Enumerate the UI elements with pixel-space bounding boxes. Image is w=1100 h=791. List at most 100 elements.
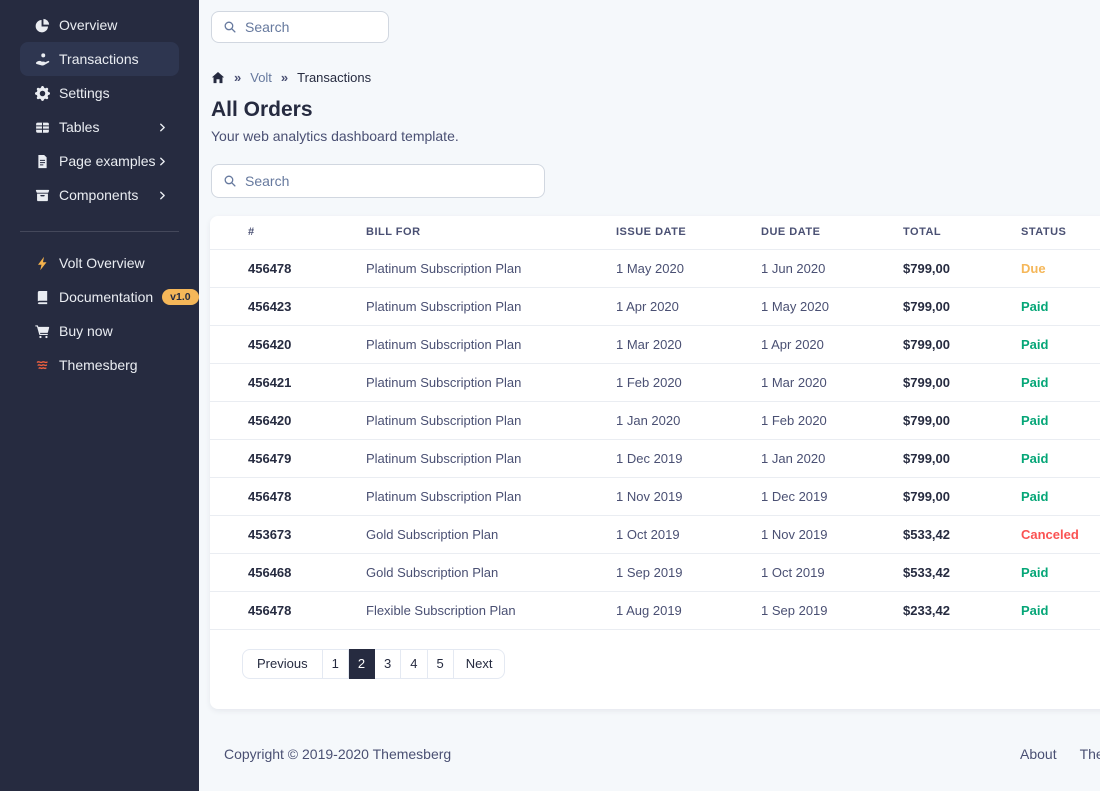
- order-id-cell: 456421: [210, 363, 350, 401]
- search-icon: [223, 174, 237, 188]
- chevron-right-icon: [157, 190, 168, 201]
- bill-for-cell: Platinum Subscription Plan: [350, 439, 600, 477]
- due-date-cell: 1 Apr 2020: [745, 325, 887, 363]
- breadcrumb-link-volt[interactable]: Volt: [250, 71, 272, 85]
- shopping-cart-icon: [35, 324, 50, 339]
- due-date-cell: 1 Jan 2020: [745, 439, 887, 477]
- home-icon[interactable]: [211, 71, 225, 85]
- status-cell: Paid: [1005, 287, 1100, 325]
- status-badge: Paid: [1021, 337, 1048, 352]
- table-icon: [35, 120, 50, 135]
- sidebar-item-label: Documentation: [59, 289, 153, 305]
- footer-copyright: Copyright © 2019-2020 Themesberg: [224, 746, 451, 762]
- table-row: 456423Platinum Subscription Plan1 Apr 20…: [210, 287, 1100, 325]
- sidebar-item-buy-now[interactable]: Buy now: [20, 314, 179, 348]
- sidebar-item-page-examples[interactable]: Page examples: [20, 144, 179, 178]
- footer: Copyright © 2019-2020 Themesberg About Th…: [224, 746, 1100, 766]
- issue-date-cell: 1 May 2020: [600, 249, 745, 287]
- issue-date-cell: 1 Dec 2019: [600, 439, 745, 477]
- total-cell: $799,00: [887, 287, 1005, 325]
- sidebar-item-tables[interactable]: Tables: [20, 110, 179, 144]
- topbar-search-input[interactable]: [245, 19, 377, 35]
- sidebar-item-settings[interactable]: Settings: [20, 76, 179, 110]
- order-id-cell: 456479: [210, 439, 350, 477]
- due-date-cell: 1 Jun 2020: [745, 249, 887, 287]
- gear-icon: [35, 86, 50, 101]
- sidebar-item-volt-overview[interactable]: Volt Overview: [20, 246, 179, 280]
- order-id-cell: 456478: [210, 591, 350, 629]
- total-cell: $799,00: [887, 401, 1005, 439]
- sidebar-item-transactions[interactable]: Transactions: [20, 42, 179, 76]
- pagination-next[interactable]: Next: [454, 649, 506, 679]
- status-badge: Paid: [1021, 565, 1048, 580]
- sidebar-item-label: Page examples: [59, 153, 156, 169]
- pagination: Previous12345Next: [242, 649, 505, 679]
- column-header-due-date: DUE DATE: [745, 216, 887, 249]
- due-date-cell: 1 Feb 2020: [745, 401, 887, 439]
- bill-for-cell: Flexible Subscription Plan: [350, 591, 600, 629]
- sidebar: Overview Transactions Settings Tables Page e…: [0, 0, 199, 791]
- order-id-cell: 456420: [210, 325, 350, 363]
- table-row: 456421Platinum Subscription Plan1 Feb 20…: [210, 363, 1100, 401]
- sidebar-primary-nav: Overview Transactions Settings Tables Page e…: [0, 8, 199, 212]
- issue-date-cell: 1 Nov 2019: [600, 477, 745, 515]
- table-row: 456478Flexible Subscription Plan1 Aug 20…: [210, 591, 1100, 629]
- due-date-cell: 1 Oct 2019: [745, 553, 887, 591]
- column-header-issue-date: ISSUE DATE: [600, 216, 745, 249]
- sidebar-item-documentation[interactable]: Documentationv1.0: [20, 280, 179, 314]
- total-cell: $233,42: [887, 591, 1005, 629]
- sidebar-item-overview[interactable]: Overview: [20, 8, 179, 42]
- bill-for-cell: Platinum Subscription Plan: [350, 287, 600, 325]
- issue-date-cell: 1 Sep 2019: [600, 553, 745, 591]
- version-badge: v1.0: [162, 289, 198, 306]
- issue-date-cell: 1 Mar 2020: [600, 325, 745, 363]
- issue-date-cell: 1 Aug 2019: [600, 591, 745, 629]
- total-cell: $799,00: [887, 363, 1005, 401]
- pagination-previous[interactable]: Previous: [242, 649, 323, 679]
- pagination-page-2[interactable]: 2: [349, 649, 375, 679]
- status-badge: Paid: [1021, 375, 1048, 390]
- total-cell: $533,42: [887, 515, 1005, 553]
- bill-for-cell: Platinum Subscription Plan: [350, 477, 600, 515]
- sidebar-item-themesberg[interactable]: Themesberg: [20, 348, 179, 382]
- sidebar-item-label: Overview: [59, 17, 117, 33]
- pagination-page-5[interactable]: 5: [428, 649, 454, 679]
- breadcrumb-current-transactions: Transactions: [297, 71, 371, 85]
- bill-for-cell: Gold Subscription Plan: [350, 553, 600, 591]
- orders-search-input[interactable]: [245, 173, 533, 189]
- page-subtitle: Your web analytics dashboard template.: [211, 129, 1100, 143]
- pagination-page-1[interactable]: 1: [323, 649, 349, 679]
- sidebar-item-components[interactable]: Components: [20, 178, 179, 212]
- total-cell: $799,00: [887, 439, 1005, 477]
- pagination-page-4[interactable]: 4: [401, 649, 427, 679]
- status-cell: Paid: [1005, 325, 1100, 363]
- components-box-icon: [35, 188, 50, 203]
- status-cell: Canceled: [1005, 515, 1100, 553]
- status-cell: Paid: [1005, 591, 1100, 629]
- bill-for-cell: Platinum Subscription Plan: [350, 325, 600, 363]
- sidebar-secondary-nav: Volt OverviewDocumentationv1.0Buy nowThe…: [0, 246, 199, 382]
- status-cell: Due: [1005, 249, 1100, 287]
- footer-link-about[interactable]: About: [1020, 746, 1057, 762]
- total-cell: $799,00: [887, 325, 1005, 363]
- sidebar-item-label: Tables: [59, 119, 99, 135]
- topbar-search[interactable]: [211, 11, 389, 43]
- table-row: 453673Gold Subscription Plan1 Oct 20191 …: [210, 515, 1100, 553]
- pagination-page-3[interactable]: 3: [375, 649, 401, 679]
- search-icon: [223, 20, 237, 34]
- status-badge: Canceled: [1021, 527, 1079, 542]
- order-id-cell: 456423: [210, 287, 350, 325]
- sidebar-item-label: Volt Overview: [59, 255, 145, 271]
- document-icon: [35, 154, 50, 169]
- table-row: 456478Platinum Subscription Plan1 Nov 20…: [210, 477, 1100, 515]
- table-row: 456420Platinum Subscription Plan1 Jan 20…: [210, 401, 1100, 439]
- status-badge: Paid: [1021, 451, 1048, 466]
- footer-link-themesberg[interactable]: Themesberg: [1080, 746, 1100, 762]
- status-cell: Paid: [1005, 477, 1100, 515]
- sidebar-item-label: Settings: [59, 85, 110, 101]
- due-date-cell: 1 Nov 2019: [745, 515, 887, 553]
- orders-search[interactable]: [211, 164, 545, 198]
- due-date-cell: 1 May 2020: [745, 287, 887, 325]
- column-header-status: STATUS: [1005, 216, 1100, 249]
- orders-card: #BILL FORISSUE DATEDUE DATETOTALSTATUS 4…: [210, 216, 1100, 709]
